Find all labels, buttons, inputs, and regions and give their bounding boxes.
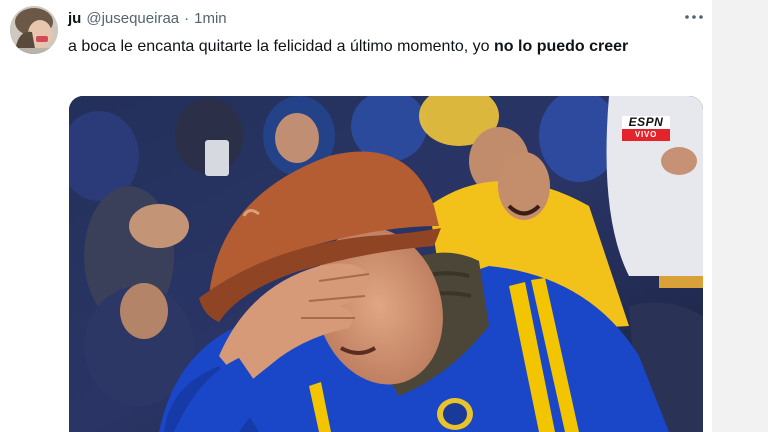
crying-fan-photo bbox=[69, 96, 703, 432]
more-horizontal-icon[interactable] bbox=[684, 8, 704, 26]
espn-vivo-logo: ESPN VIVO bbox=[622, 116, 670, 141]
tweet-text-bold: no lo puedo creer bbox=[494, 38, 629, 55]
tweet-header: ju @jusequeiraa · 1min bbox=[68, 8, 227, 28]
badge-bottom-text: VIVO bbox=[622, 129, 670, 141]
tweet-text: a boca le encanta quitarte la felicidad … bbox=[68, 34, 698, 59]
right-gutter bbox=[712, 0, 768, 432]
avatar[interactable] bbox=[10, 6, 58, 54]
timestamp[interactable]: 1min bbox=[194, 10, 227, 27]
badge-top-text: ESPN bbox=[622, 116, 670, 129]
tweet-media-image[interactable]: ESPN VIVO bbox=[69, 96, 703, 432]
separator-dot: · bbox=[184, 9, 190, 27]
avatar-image bbox=[10, 6, 58, 54]
tweet-card[interactable]: ju @jusequeiraa · 1min a boca le encanta… bbox=[0, 0, 712, 432]
display-name[interactable]: ju bbox=[68, 10, 81, 27]
user-handle[interactable]: @jusequeiraa bbox=[86, 10, 179, 27]
tweet-text-regular: a boca le encanta quitarte la felicidad … bbox=[68, 38, 495, 55]
